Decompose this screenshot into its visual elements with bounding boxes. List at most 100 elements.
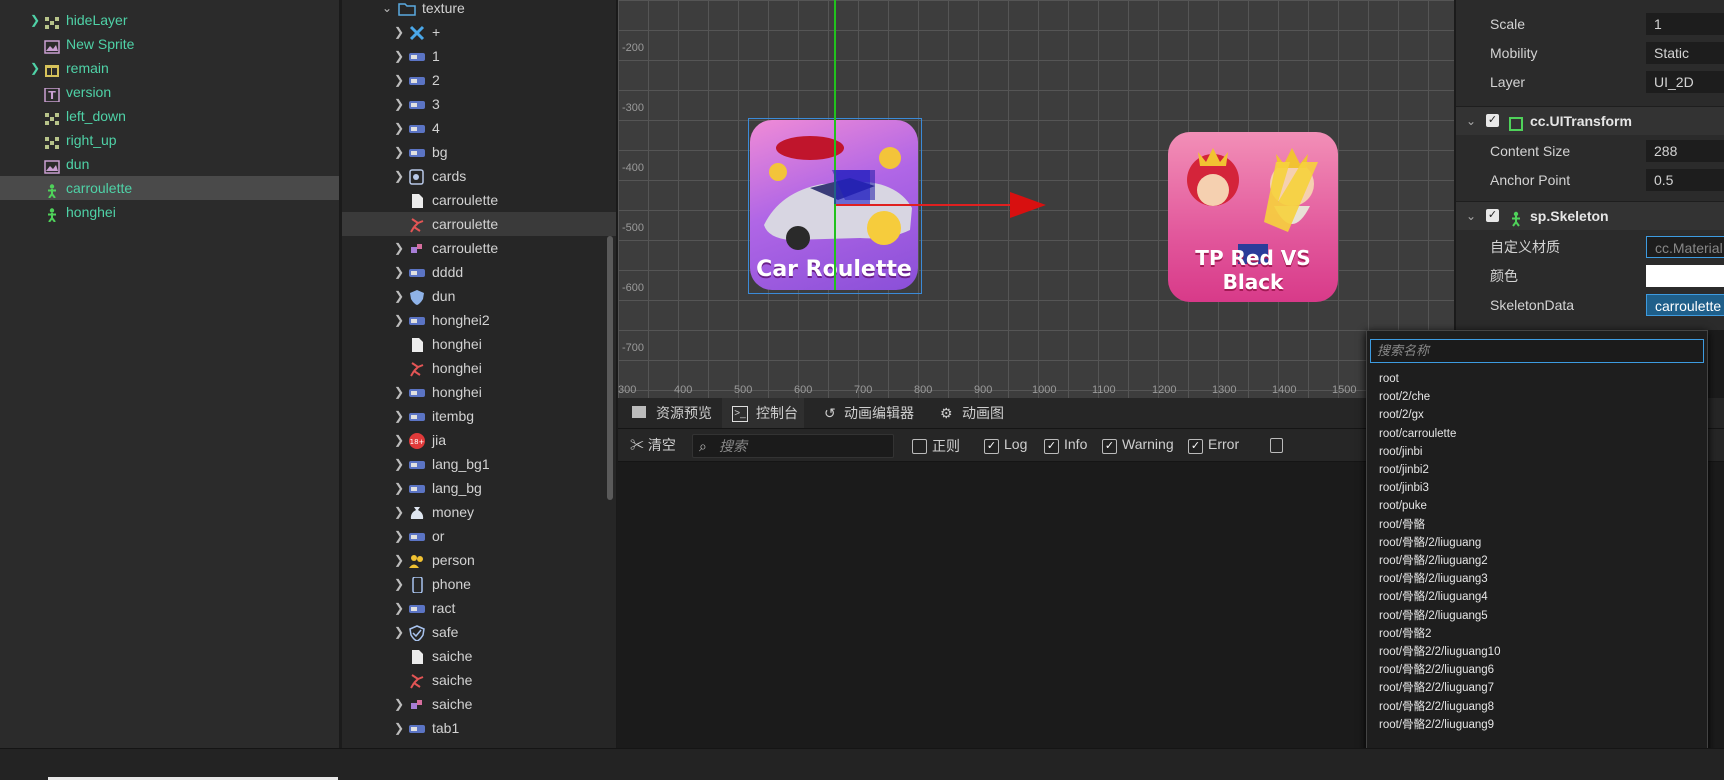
asset-item[interactable]: ❯ person (342, 548, 616, 572)
asset-item[interactable]: ❯ tab1 (342, 716, 616, 740)
xy-plane-handle[interactable] (834, 170, 870, 204)
tab-asset-preview[interactable]: 资源预览 (622, 398, 718, 428)
material-asset-field[interactable]: cc.Material (1646, 236, 1724, 258)
chevron-right-icon[interactable]: ❯ (394, 476, 404, 500)
chevron-right-icon[interactable]: ❯ (394, 308, 404, 332)
chevron-right-icon[interactable]: ❯ (394, 140, 404, 164)
prop-value-input[interactable]: 288 (1646, 140, 1724, 162)
asset-item[interactable]: ❯ 18+ jia (342, 428, 616, 452)
scene-view[interactable]: -200 -300 -400 -500 -600 -700 300 400 50… (618, 0, 1454, 398)
hierarchy-item-new-sprite[interactable]: New Sprite (0, 32, 339, 56)
dropdown-option[interactable]: root/骨骼/2/liuguang4 (1379, 587, 1488, 607)
dropdown-option[interactable]: root/骨骼2/2/liuguang10 (1379, 642, 1500, 662)
chevron-right-icon[interactable]: ❯ (394, 260, 404, 284)
asset-item[interactable]: ❯ bg (342, 140, 616, 164)
component-skeleton-header[interactable]: ⌄ ✓ sp.Skeleton (1456, 201, 1724, 230)
y-axis-gizmo[interactable] (834, 0, 836, 290)
prop-value-input[interactable]: 0.5 (1646, 169, 1724, 191)
chevron-down-icon[interactable]: ⌄ (1466, 202, 1476, 230)
asset-folder-texture[interactable]: ⌄ texture (342, 0, 616, 20)
clear-button[interactable]: ✂ 清空 (630, 435, 676, 455)
hierarchy-item-right-up[interactable]: right_up (0, 128, 339, 152)
dropdown-option[interactable]: root/骨骼/2/liuguang (1379, 533, 1481, 553)
dropdown-option[interactable]: root/骨骼/2/liuguang2 (1379, 551, 1488, 571)
dropdown-option[interactable]: root/jinbi2 (1379, 460, 1429, 480)
dropdown-option[interactable]: root/puke (1379, 496, 1427, 516)
chevron-right-icon[interactable]: ❯ (394, 164, 404, 188)
asset-item[interactable]: ❯ 3 (342, 92, 616, 116)
chevron-right-icon[interactable]: ❯ (394, 428, 404, 452)
dropdown-option[interactable]: root/2/gx (1379, 405, 1424, 425)
asset-item[interactable]: honghei (342, 332, 616, 356)
prop-value-select[interactable]: Static (1646, 42, 1724, 64)
hierarchy-item-remain[interactable]: ❯ remain (0, 56, 339, 80)
assets-scrollbar[interactable] (607, 236, 613, 500)
prop-value-input[interactable]: 1 (1646, 13, 1724, 35)
asset-item[interactable]: ❯ honghei2 (342, 308, 616, 332)
tab-console[interactable]: >_ 控制台 (722, 398, 804, 428)
asset-item[interactable]: ❯ saiche (342, 692, 616, 716)
dropdown-option[interactable]: root/骨骼/2/liuguang3 (1379, 569, 1488, 589)
color-swatch[interactable] (1646, 265, 1724, 287)
chevron-right-icon[interactable]: ❯ (30, 8, 40, 32)
asset-item[interactable]: ❯ 1 (342, 44, 616, 68)
dropdown-option[interactable]: root/骨骼 (1379, 515, 1425, 535)
hierarchy-item-version[interactable]: T version (0, 80, 339, 104)
chevron-right-icon[interactable]: ❯ (394, 572, 404, 596)
chevron-right-icon[interactable]: ❯ (394, 692, 404, 716)
dropdown-option[interactable]: root/骨骼2/2/liuguang6 (1379, 660, 1494, 680)
asset-item[interactable]: saiche (342, 644, 616, 668)
chevron-right-icon[interactable]: ❯ (394, 236, 404, 260)
chevron-right-icon[interactable]: ❯ (30, 56, 40, 80)
asset-item[interactable]: ❯ 2 (342, 68, 616, 92)
dropdown-option[interactable]: root (1379, 369, 1399, 389)
dropdown-option[interactable]: root/jinbi3 (1379, 478, 1429, 498)
console-search-input[interactable]: ⌕ 搜索 (692, 434, 894, 458)
tp-red-vs-black-card[interactable]: TP Red VS Black (1168, 132, 1338, 302)
dropdown-option[interactable]: root/2/che (1379, 387, 1430, 407)
chevron-right-icon[interactable]: ❯ (394, 452, 404, 476)
chevron-right-icon[interactable]: ❯ (394, 716, 404, 740)
chevron-right-icon[interactable]: ❯ (394, 92, 404, 116)
asset-item[interactable]: ❯ honghei (342, 380, 616, 404)
chevron-right-icon[interactable]: ❯ (394, 284, 404, 308)
component-enabled-checkbox[interactable]: ✓ (1486, 114, 1499, 127)
chevron-right-icon[interactable]: ❯ (394, 116, 404, 140)
asset-item[interactable]: saiche (342, 668, 616, 692)
chevron-right-icon[interactable]: ❯ (394, 620, 404, 644)
dropdown-search-input[interactable]: 搜索名称 (1370, 339, 1704, 363)
chevron-right-icon[interactable]: ❯ (394, 500, 404, 524)
asset-item[interactable]: ❯ carroulette (342, 236, 616, 260)
x-axis-gizmo[interactable] (836, 204, 1012, 206)
x-axis-arrow-icon[interactable] (1010, 192, 1046, 218)
dropdown-option[interactable]: root/骨骼2/2/liuguang9 (1379, 715, 1494, 735)
chevron-down-icon[interactable]: ⌄ (1466, 107, 1476, 135)
tab-animation-editor[interactable]: ↺ 动画编辑器 (814, 398, 920, 428)
asset-item[interactable]: ❯ lang_bg (342, 476, 616, 500)
asset-item[interactable]: ❯ safe (342, 620, 616, 644)
hierarchy-item-hidelayer[interactable]: ❯ hideLayer (0, 8, 339, 32)
chevron-right-icon[interactable]: ❯ (394, 524, 404, 548)
error-checkbox[interactable]: ✓ (1188, 439, 1203, 454)
chevron-right-icon[interactable]: ❯ (394, 548, 404, 572)
warning-checkbox[interactable]: ✓ (1102, 439, 1117, 454)
asset-item[interactable]: ❯ itembg (342, 404, 616, 428)
asset-item[interactable]: ❯ + (342, 20, 616, 44)
asset-item[interactable]: ❯ lang_bg1 (342, 452, 616, 476)
hierarchy-item-honghei[interactable]: honghei (0, 200, 339, 224)
asset-item[interactable]: ❯ 4 (342, 116, 616, 140)
asset-item[interactable]: carroulette (342, 212, 616, 236)
chevron-right-icon[interactable]: ❯ (394, 44, 404, 68)
asset-item[interactable]: ❯ dddd (342, 260, 616, 284)
asset-item[interactable]: ❯ cards (342, 164, 616, 188)
regex-checkbox[interactable] (912, 439, 927, 454)
asset-item[interactable]: ❯ money (342, 500, 616, 524)
chevron-right-icon[interactable]: ❯ (394, 404, 404, 428)
info-checkbox[interactable]: ✓ (1044, 439, 1059, 454)
asset-item[interactable]: ❯ dun (342, 284, 616, 308)
asset-item[interactable]: carroulette (342, 188, 616, 212)
dropdown-option[interactable]: root/骨骼2 (1379, 624, 1431, 644)
component-uitransform-header[interactable]: ⌄ ✓ cc.UITransform (1456, 106, 1724, 135)
chevron-right-icon[interactable]: ❯ (394, 596, 404, 620)
asset-item[interactable]: ❯ ract (342, 596, 616, 620)
